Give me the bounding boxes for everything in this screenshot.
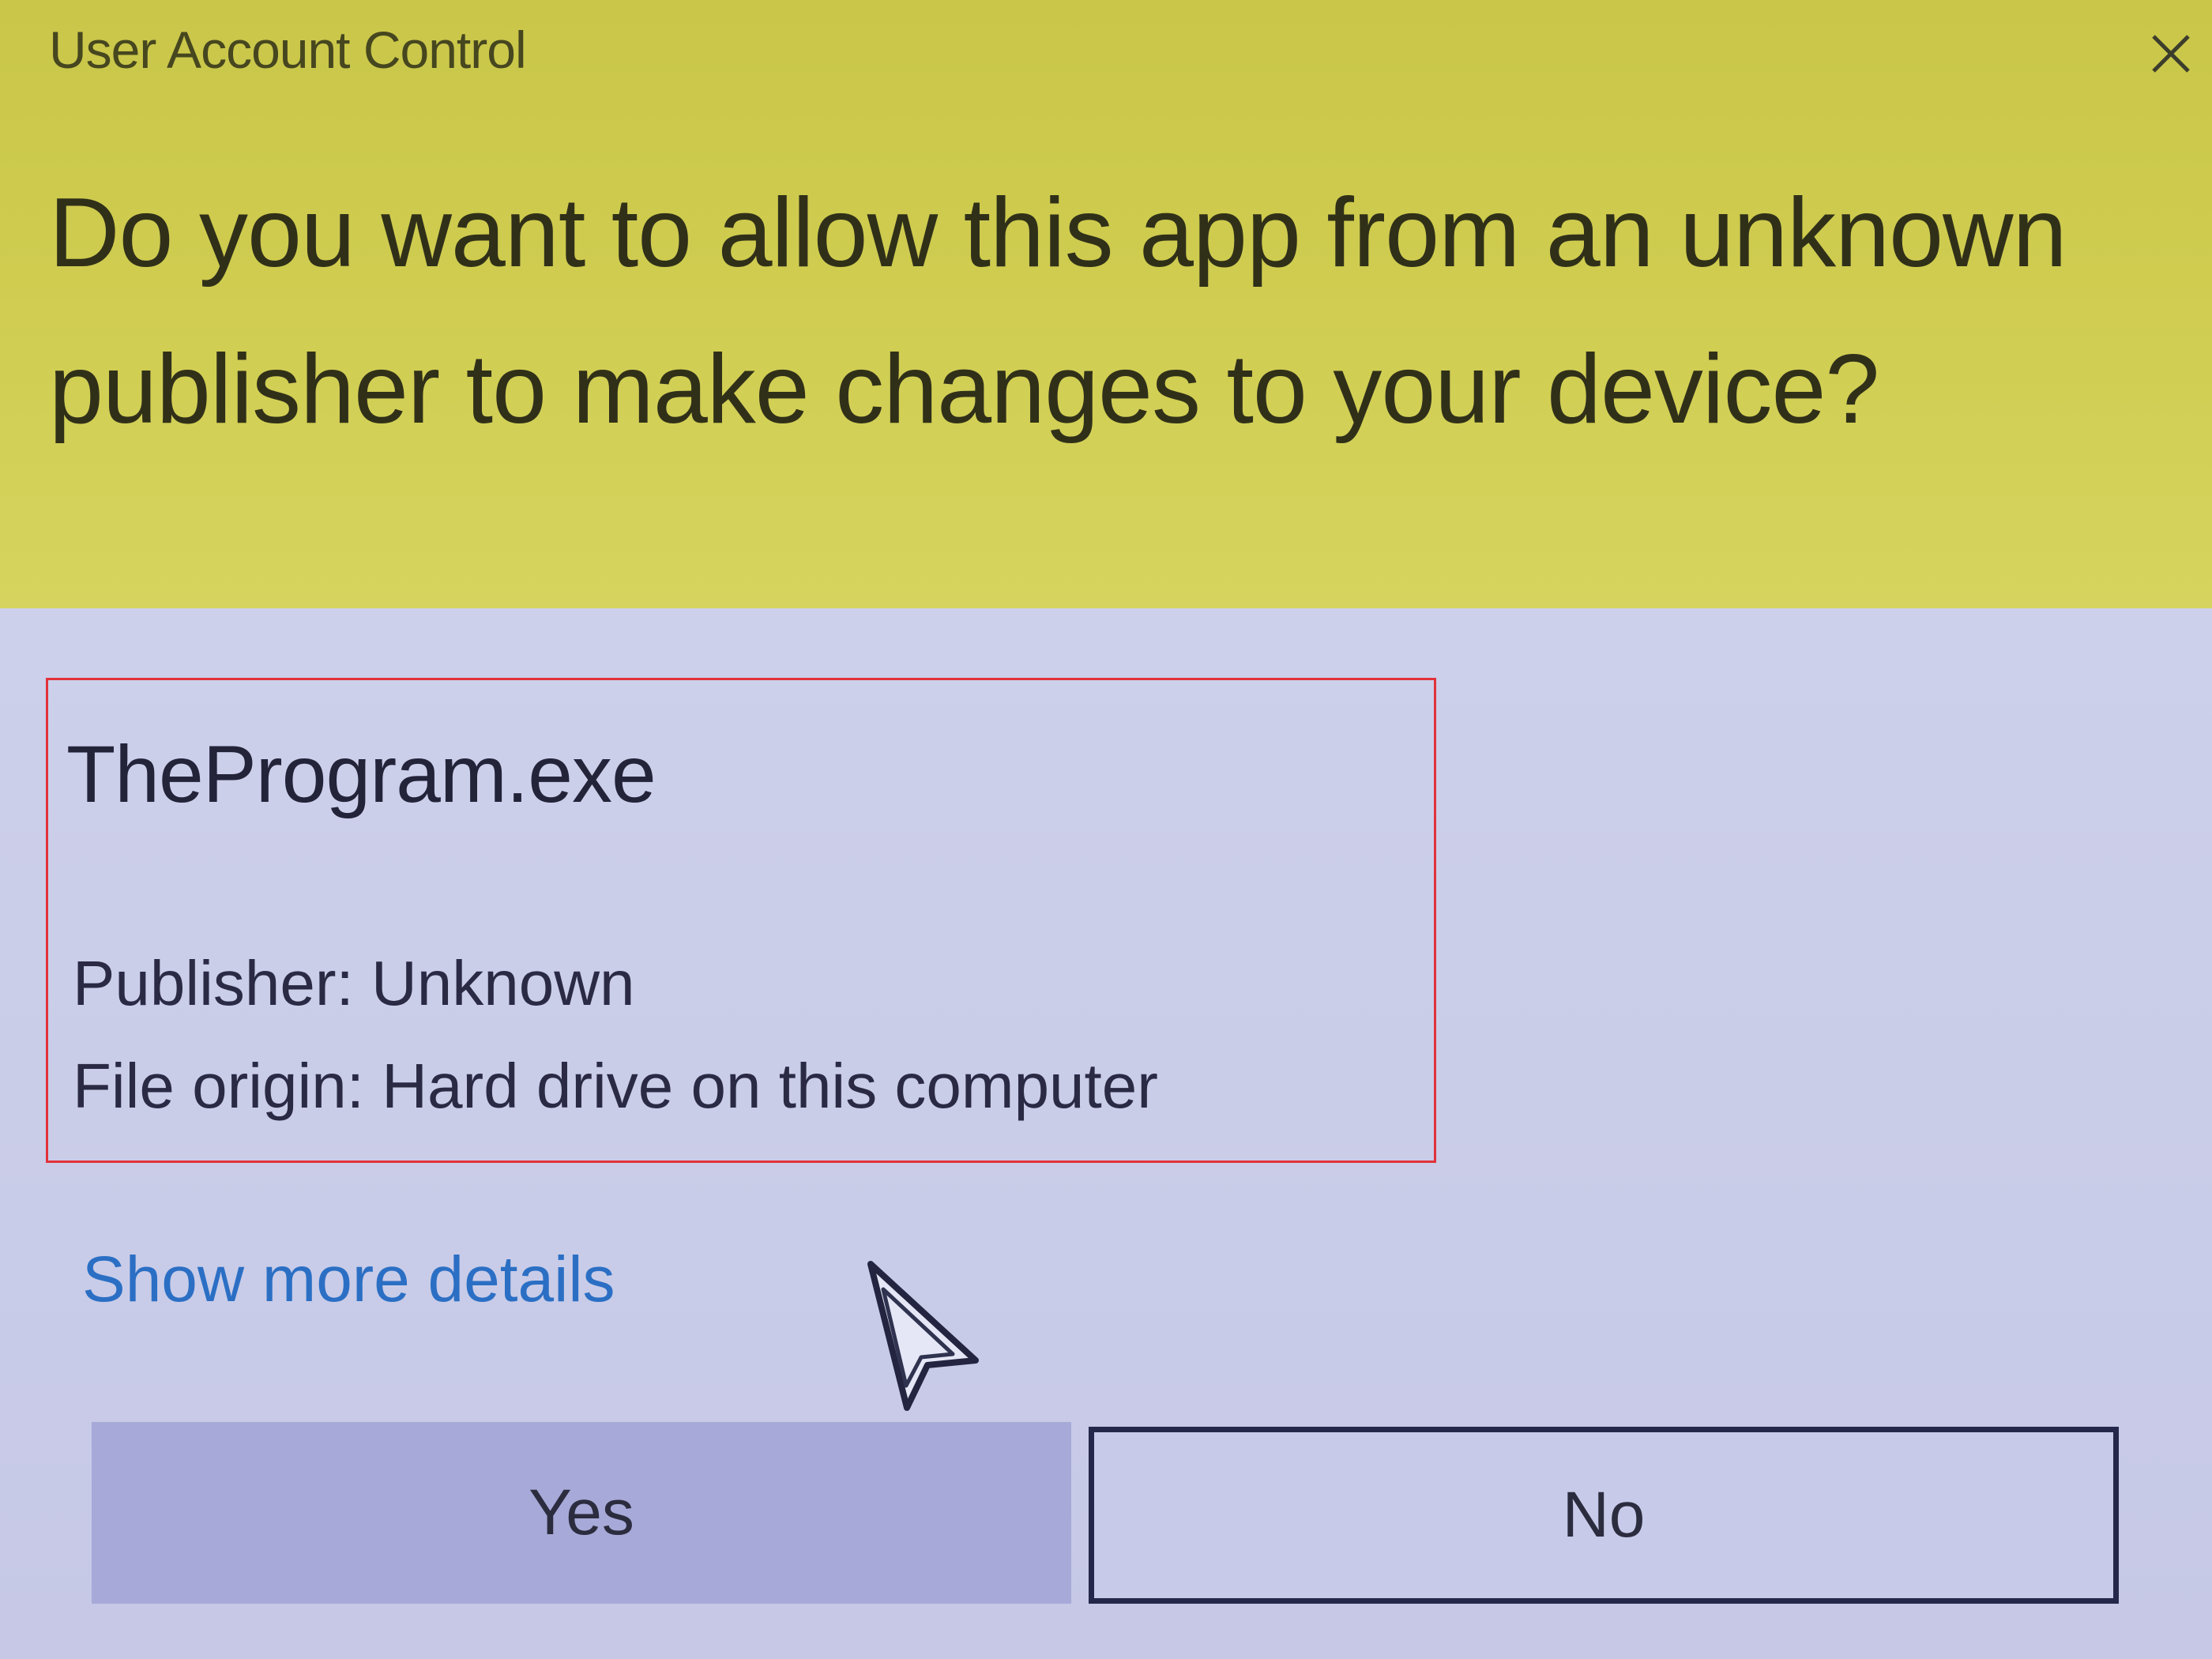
no-button[interactable]: No xyxy=(1089,1427,2119,1604)
dialog-title: User Account Control xyxy=(49,21,527,79)
close-button[interactable] xyxy=(2147,30,2195,77)
show-more-details-link[interactable]: Show more details xyxy=(82,1232,615,1327)
yes-button[interactable]: Yes xyxy=(92,1422,1071,1604)
close-icon xyxy=(2152,35,2190,73)
dialog-header: User Account Control Do you want to allo… xyxy=(0,0,2212,608)
program-name: TheProgram.exe xyxy=(66,729,656,819)
permission-question: Do you want to allow this app from an un… xyxy=(49,179,2067,444)
publisher-line: Publisher: Unknown xyxy=(73,948,635,1018)
mouse-pointer-icon xyxy=(861,1256,988,1414)
file-origin-line: File origin: Hard drive on this computer xyxy=(73,1051,1158,1121)
uac-dialog: User Account Control Do you want to allo… xyxy=(0,0,2212,1659)
